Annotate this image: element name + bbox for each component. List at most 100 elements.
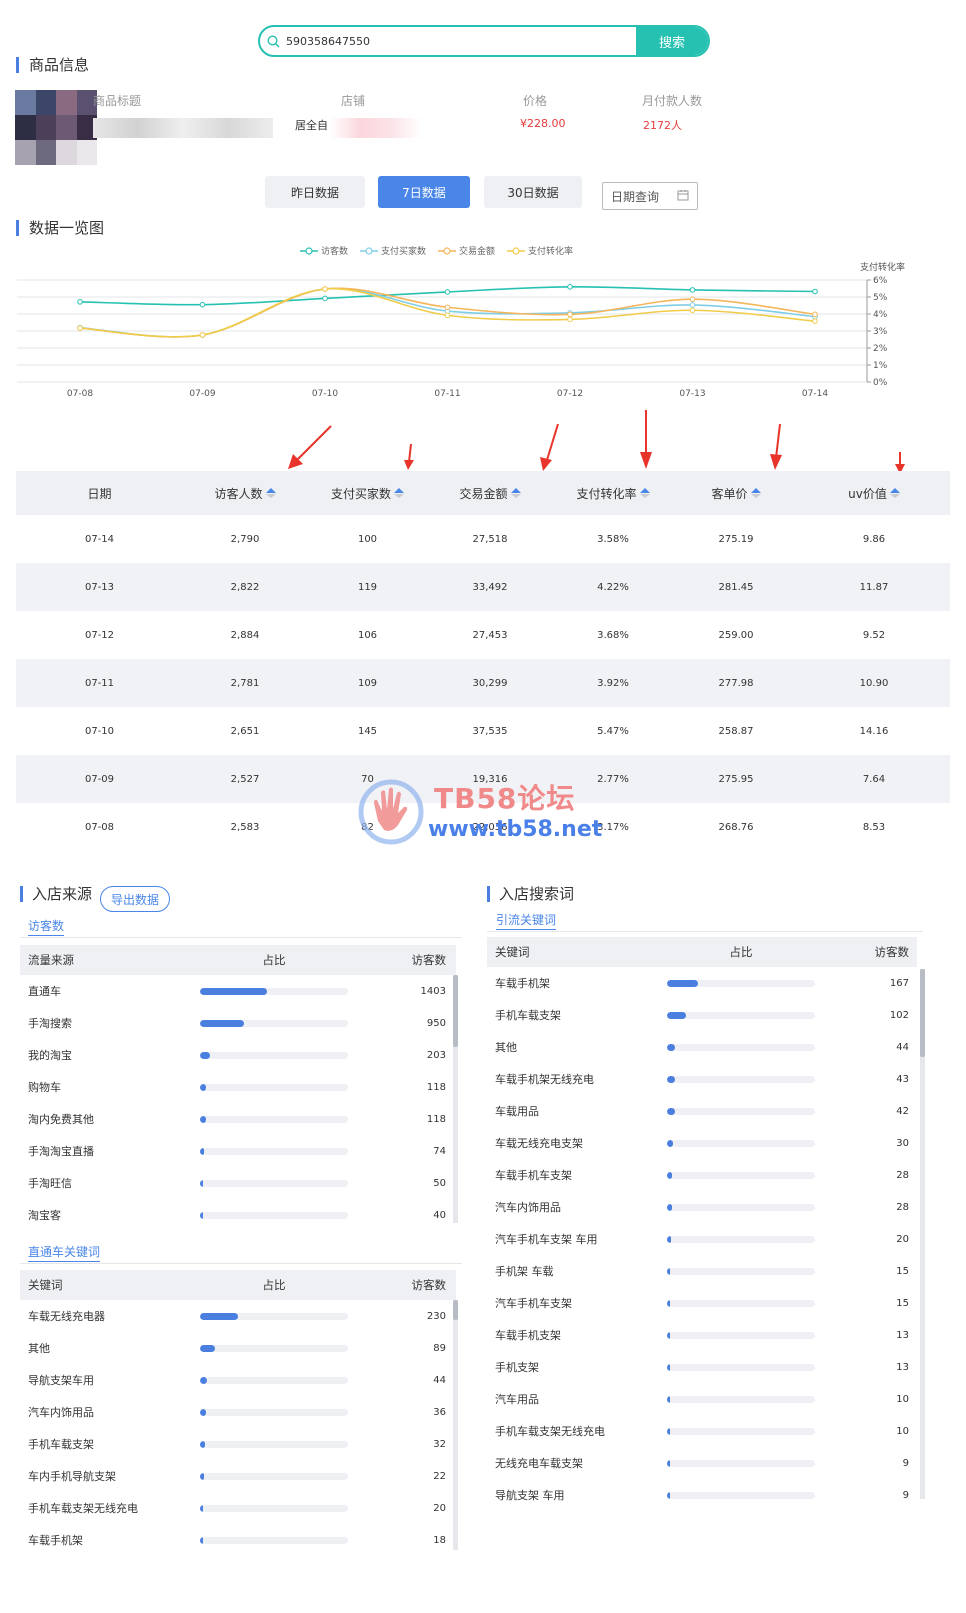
yesterday-data-button[interactable]: 昨日数据: [265, 176, 365, 208]
list-item[interactable]: 车载用品 42: [487, 1095, 917, 1127]
column-header[interactable]: 交易金额: [428, 485, 552, 502]
series-point[interactable]: [812, 311, 818, 318]
watermark-text-top: TB58论坛: [434, 782, 576, 815]
list-item[interactable]: 汽车手机车支架 15: [487, 1287, 917, 1319]
list-item[interactable]: 手机车载支架 32: [20, 1428, 456, 1460]
list-item[interactable]: 手机车载支架无线充电 20: [20, 1492, 456, 1524]
list-item[interactable]: 购物车 118: [20, 1071, 456, 1103]
series-point[interactable]: [567, 316, 573, 323]
list-item[interactable]: 其他 44: [487, 1031, 917, 1063]
share-bar-fill: [667, 1139, 673, 1147]
legend-item[interactable]: 支付买家数: [360, 244, 426, 257]
table-cell: 268.76: [718, 821, 754, 833]
series-point[interactable]: [812, 288, 818, 295]
list-item[interactable]: 车载手机架无线充电 43: [487, 1063, 917, 1095]
column-header[interactable]: 客单价: [674, 485, 798, 502]
visitor-count: 50: [433, 1177, 446, 1189]
series-point[interactable]: [567, 284, 573, 290]
series-point[interactable]: [689, 296, 696, 303]
legend-item[interactable]: 访客数: [300, 244, 348, 257]
list-item[interactable]: 汽车内饰用品 28: [487, 1191, 917, 1223]
column-header[interactable]: 支付转化率: [552, 485, 674, 502]
list-item[interactable]: 导航支架 车用 9: [487, 1479, 917, 1511]
column-header[interactable]: 支付买家数: [307, 485, 428, 502]
search-input[interactable]: [286, 27, 636, 55]
list-item-name: 我的淘宝: [28, 1049, 72, 1062]
column-header[interactable]: 访客人数: [183, 485, 307, 502]
list-item[interactable]: 车载手机支架 13: [487, 1319, 917, 1351]
thirty-day-data-button[interactable]: 30日数据: [484, 176, 582, 208]
series-point[interactable]: [689, 287, 696, 293]
table-cell: 275.95: [718, 773, 754, 785]
series-point[interactable]: [199, 301, 206, 308]
list-item[interactable]: 直通车 1403: [20, 975, 456, 1007]
list-item[interactable]: 手淘旺信 50: [20, 1167, 456, 1199]
monthly-buyers-label: 月付款人数: [642, 94, 703, 108]
share-bar: [667, 1043, 815, 1051]
series-point[interactable]: [689, 302, 696, 308]
table-cell: 2,583: [230, 821, 260, 833]
search-bar: 搜索: [258, 25, 710, 57]
tab-traffic-keywords[interactable]: 引流关键词: [496, 911, 557, 930]
list-item[interactable]: 手机车载支架无线充电 10: [487, 1415, 917, 1447]
series-point[interactable]: [567, 311, 573, 318]
list-item[interactable]: 导航支架车用 44: [20, 1364, 456, 1396]
table-cell: 07-12: [84, 629, 115, 641]
list-item[interactable]: 淘内免费其他 118: [20, 1103, 456, 1135]
list-item[interactable]: 我的淘宝 203: [20, 1039, 456, 1071]
sort-icon[interactable]: [750, 488, 761, 498]
list-item[interactable]: 手机车载支架 102: [487, 999, 917, 1031]
series-point[interactable]: [444, 304, 451, 311]
search-button[interactable]: 搜索: [636, 27, 708, 55]
list-item[interactable]: 淘宝客 40: [20, 1199, 456, 1231]
column-header-label: 访客人数: [214, 486, 263, 501]
list-item-name: 手机车载支架: [28, 1438, 94, 1451]
red-arrow-icon: [770, 424, 782, 470]
series-point[interactable]: [444, 289, 451, 295]
column-header-label: 支付转化率: [576, 486, 637, 501]
series-point[interactable]: [444, 312, 451, 319]
series-point[interactable]: [322, 286, 328, 292]
list-item[interactable]: 车载手机架 167: [487, 967, 917, 999]
list-item[interactable]: 无线充电车载支架 9: [487, 1447, 917, 1479]
sort-icon[interactable]: [889, 488, 900, 498]
list-item[interactable]: 车载手机架 18: [20, 1524, 456, 1556]
list-item[interactable]: 手淘搜索 950: [20, 1007, 456, 1039]
series-point[interactable]: [77, 299, 83, 305]
sort-icon[interactable]: [265, 488, 276, 498]
list-item[interactable]: 手机支架 13: [487, 1351, 917, 1383]
series-point[interactable]: [812, 318, 818, 324]
tab-visitors[interactable]: 访客数: [28, 917, 65, 936]
column-header[interactable]: uv价值: [798, 485, 950, 502]
series-point[interactable]: [77, 325, 83, 331]
list-item[interactable]: 车载手机车支架 28: [487, 1159, 917, 1191]
list-item[interactable]: 车内手机导航支架 22: [20, 1460, 456, 1492]
share-bar-fill: [200, 1440, 206, 1448]
series-point[interactable]: [199, 332, 206, 338]
list-item[interactable]: 车载无线充电支架 30: [487, 1127, 917, 1159]
series-point[interactable]: [322, 295, 328, 302]
sort-icon[interactable]: [510, 488, 521, 498]
list-item[interactable]: 汽车内饰用品 36: [20, 1396, 456, 1428]
traffic-scrollbar[interactable]: [453, 975, 458, 1223]
list-item[interactable]: 手机架 车载 15: [487, 1255, 917, 1287]
tab-ztc-keywords[interactable]: 直通车关键词: [28, 1243, 101, 1262]
list-item[interactable]: 手淘淘宝直播 74: [20, 1135, 456, 1167]
legend-item[interactable]: 支付转化率: [507, 244, 573, 257]
sort-icon[interactable]: [394, 488, 404, 498]
keyword-scrollbar[interactable]: [453, 1300, 458, 1550]
seven-day-data-button[interactable]: 7日数据: [378, 176, 470, 208]
share-bar-fill: [200, 1344, 215, 1352]
list-item[interactable]: 汽车手机车支架 车用 20: [487, 1223, 917, 1255]
visitor-count: 1403: [420, 985, 446, 997]
list-item[interactable]: 车载无线充电器 230: [20, 1300, 456, 1332]
list-item[interactable]: 汽车用品 10: [487, 1383, 917, 1415]
date-query-picker[interactable]: 日期查询: [602, 182, 698, 210]
sort-icon[interactable]: [639, 488, 650, 498]
visitor-count: 28: [896, 1201, 909, 1213]
list-item[interactable]: 其他 89: [20, 1332, 456, 1364]
series-point[interactable]: [689, 307, 696, 314]
legend-item[interactable]: 交易金额: [438, 244, 495, 257]
search-terms-scrollbar[interactable]: [920, 969, 925, 1499]
export-data-button[interactable]: 导出数据: [100, 886, 170, 912]
